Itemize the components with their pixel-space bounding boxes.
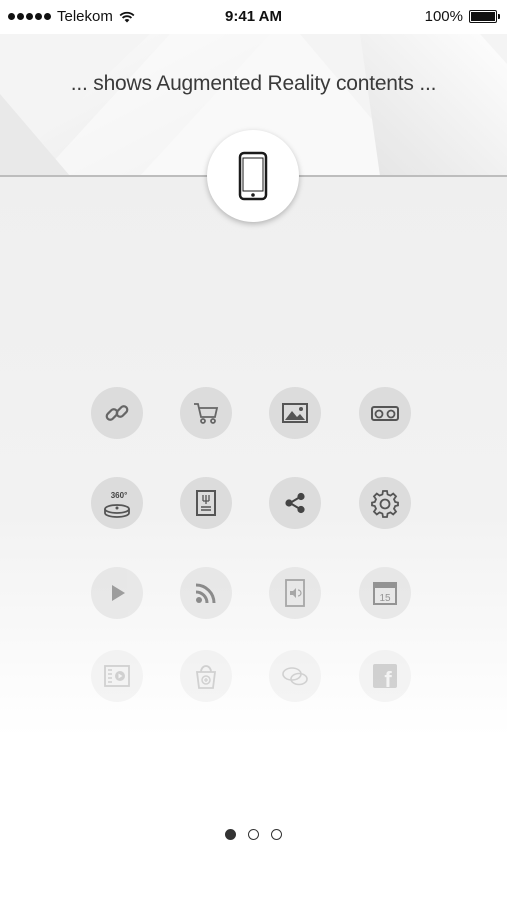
rss-button[interactable] [180, 567, 232, 619]
share-button[interactable] [269, 477, 321, 529]
rss-icon [195, 583, 216, 604]
shopping-bag-button[interactable] [180, 650, 232, 702]
vr-glasses-button[interactable] [359, 387, 411, 439]
image-icon [282, 403, 308, 423]
chat-button[interactable] [269, 650, 321, 702]
audio-icon [285, 579, 305, 607]
calendar-icon: 15 [373, 582, 397, 605]
play-button[interactable] [91, 567, 143, 619]
share-icon [285, 492, 305, 514]
vr-glasses-icon [371, 406, 399, 421]
settings-button[interactable] [359, 477, 411, 529]
page-dot-2[interactable] [248, 829, 259, 840]
gear-icon [371, 490, 399, 518]
video-list-icon [104, 665, 130, 687]
link-icon [105, 405, 129, 421]
image-button[interactable] [269, 387, 321, 439]
shopping-cart-button[interactable] [180, 387, 232, 439]
360-label: 360° [111, 491, 128, 500]
play-icon [112, 585, 125, 601]
audio-button[interactable] [269, 567, 321, 619]
facebook-icon: f [373, 664, 397, 691]
calendar-day-label: 15 [379, 593, 391, 604]
feature-icon-grid: 360° 15 f [0, 0, 507, 900]
page-indicator [0, 829, 507, 840]
video-list-button[interactable] [91, 650, 143, 702]
link-button[interactable] [91, 387, 143, 439]
shopping-cart-icon [194, 403, 219, 424]
facebook-letter: f [384, 667, 392, 691]
360-view-icon: 360° [104, 491, 130, 518]
page-dot-1[interactable] [225, 829, 236, 840]
chat-icon [282, 667, 308, 686]
menu-card-button[interactable] [180, 477, 232, 529]
shopping-bag-icon [195, 665, 217, 689]
360-view-button[interactable]: 360° [91, 477, 143, 529]
calendar-button[interactable]: 15 [359, 567, 411, 619]
menu-card-icon [196, 490, 216, 516]
page-dot-3[interactable] [271, 829, 282, 840]
facebook-button[interactable]: f [359, 650, 411, 702]
